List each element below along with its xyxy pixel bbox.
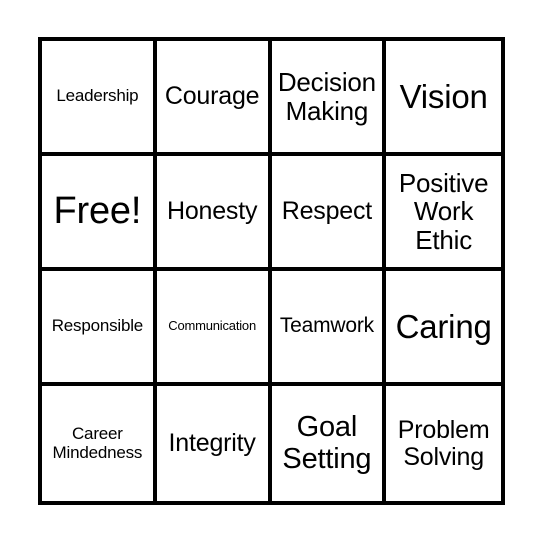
- bingo-cell-label: Teamwork: [279, 314, 374, 338]
- bingo-cell-r1c2[interactable]: Courage: [156, 41, 272, 156]
- bingo-cell-label: Leadership: [56, 86, 139, 106]
- bingo-card: Leadership Courage Decision Making Visio…: [38, 37, 505, 505]
- bingo-cell-r2c4[interactable]: Positive Work Ethic: [386, 156, 501, 271]
- bingo-cell-label: Decision Making: [277, 67, 376, 126]
- bingo-cell-label: Vision: [399, 77, 488, 115]
- bingo-cell-label: Respect: [281, 197, 373, 225]
- bingo-cell-label: Positive Work Ethic: [398, 168, 489, 255]
- bingo-cell-label: Career Mindedness: [52, 424, 143, 462]
- bingo-cell-label: Caring: [395, 307, 492, 345]
- bingo-cell-label: Integrity: [168, 429, 256, 457]
- bingo-cell-r4c1[interactable]: Career Mindedness: [42, 386, 157, 501]
- bingo-cell-label: Goal Setting: [282, 411, 372, 475]
- bingo-cell-r1c3[interactable]: Decision Making: [271, 41, 387, 156]
- bingo-cell-r3c3[interactable]: Teamwork: [271, 271, 387, 386]
- bingo-cell-label: Responsible: [51, 316, 144, 336]
- bingo-cell-label: Honesty: [166, 197, 258, 225]
- bingo-cell-r2c1-free-space[interactable]: Free!: [42, 156, 157, 271]
- bingo-cell-label: Communication: [168, 318, 256, 334]
- bingo-cell-r2c2[interactable]: Honesty: [156, 156, 272, 271]
- bingo-cell-label: Courage: [164, 82, 260, 110]
- bingo-free-space-label: Free!: [53, 189, 142, 232]
- bingo-cell-r3c1[interactable]: Responsible: [42, 271, 157, 386]
- bingo-cell-label: Problem Solving: [397, 415, 490, 471]
- bingo-cell-r4c3[interactable]: Goal Setting: [271, 386, 387, 501]
- bingo-cell-r1c4[interactable]: Vision: [386, 41, 501, 156]
- bingo-cell-r3c4[interactable]: Caring: [386, 271, 501, 386]
- bingo-cell-r2c3[interactable]: Respect: [271, 156, 387, 271]
- bingo-cell-r1c1[interactable]: Leadership: [42, 41, 157, 156]
- bingo-cell-r4c4[interactable]: Problem Solving: [386, 386, 501, 501]
- bingo-cell-r4c2[interactable]: Integrity: [156, 386, 272, 501]
- bingo-cell-r3c2[interactable]: Communication: [156, 271, 272, 386]
